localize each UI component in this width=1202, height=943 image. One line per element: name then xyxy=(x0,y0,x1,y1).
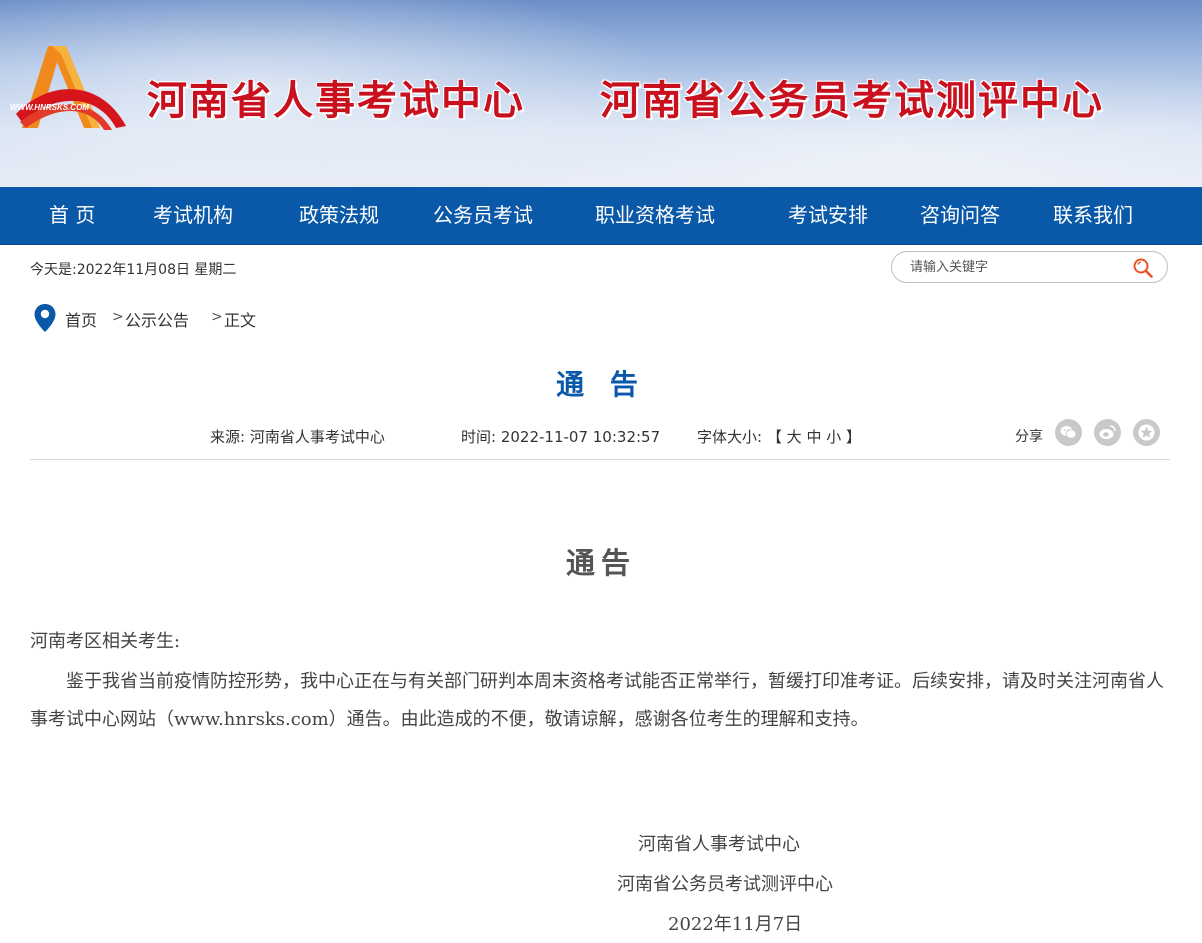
site-banner: WWW.HNRSKS.COM 河南省人事考试中心 河南省公务员考试测评中心 xyxy=(0,0,1202,187)
font-size-large[interactable]: 大 xyxy=(787,428,802,446)
nav-item-qualification[interactable]: 职业资格考试 xyxy=(595,187,715,244)
search-box xyxy=(891,251,1168,283)
font-size-control: 字体大小: 【 大 中 小 】 xyxy=(697,426,861,447)
current-date: 今天是:2022年11月08日 星期二 xyxy=(30,262,237,278)
nav-item-policy[interactable]: 政策法规 xyxy=(299,187,379,244)
logo-url-text: WWW.HNRSKS.COM xyxy=(10,103,89,112)
nav-item-faq[interactable]: 咨询问答 xyxy=(920,187,1000,244)
font-size-bracket-close: 】 xyxy=(846,428,862,446)
content-body: 鉴于我省当前疫情防控形势，我中心正在与有关部门研判本周末资格考试能否正常举行，暂… xyxy=(30,671,1164,730)
nav-item-civil-exam[interactable]: 公务员考试 xyxy=(433,187,533,244)
article-source: 来源: 河南省人事考试中心 xyxy=(210,428,385,446)
nav-item-contact[interactable]: 联系我们 xyxy=(1053,187,1133,244)
wechat-icon xyxy=(1060,426,1077,439)
article-divider xyxy=(30,459,1170,460)
breadcrumb-home[interactable]: 首页 xyxy=(65,307,97,331)
breadcrumb-separator: > xyxy=(112,309,124,325)
signature-date: 2022年11月7日 xyxy=(668,914,803,935)
font-size-label: 字体大小: xyxy=(697,428,763,446)
share-label: 分享 xyxy=(1015,429,1043,445)
breadcrumb-current: 正文 xyxy=(224,311,257,330)
location-pin-icon xyxy=(34,304,56,332)
search-input[interactable] xyxy=(910,257,1125,277)
share-weibo-button[interactable] xyxy=(1094,419,1121,446)
article-time: 时间: 2022-11-07 10:32:57 xyxy=(461,428,661,446)
content-title: 通告 xyxy=(565,546,636,580)
site-title-rsks: 河南省人事考试中心 xyxy=(147,79,525,123)
search-icon[interactable] xyxy=(1132,257,1154,279)
font-size-small[interactable]: 小 xyxy=(826,428,841,446)
nav-item-home[interactable]: 首 页 xyxy=(49,187,95,244)
site-logo[interactable]: WWW.HNRSKS.COM xyxy=(8,40,132,135)
font-size-medium[interactable]: 中 xyxy=(806,428,821,446)
signature-gwy: 河南省公务员考试测评中心 xyxy=(617,874,833,895)
article-title: 通 告 xyxy=(556,368,646,401)
main-nav: 首 页 考试机构 政策法规 公务员考试 职业资格考试 考试安排 咨询问答 联系我… xyxy=(0,187,1202,245)
breadcrumb-notices[interactable]: 公示公告 xyxy=(125,307,189,331)
share-favorite-button[interactable] xyxy=(1133,419,1160,446)
nav-item-schedule[interactable]: 考试安排 xyxy=(788,187,868,244)
signature-rsks: 河南省人事考试中心 xyxy=(638,834,800,855)
share-wechat-button[interactable] xyxy=(1055,419,1082,446)
weibo-icon xyxy=(1099,425,1116,439)
favorite-icon xyxy=(1138,424,1155,441)
font-size-bracket-open: 【 xyxy=(766,428,782,446)
breadcrumb-separator: > xyxy=(211,309,223,325)
site-title-gwy: 河南省公务员考试测评中心 xyxy=(600,79,1104,123)
content-salutation: 河南考区相关考生: xyxy=(30,631,181,652)
nav-item-agencies[interactable]: 考试机构 xyxy=(153,187,233,244)
